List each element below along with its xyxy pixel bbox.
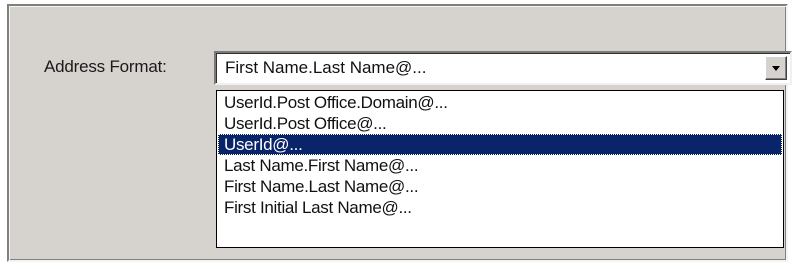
address-format-label: Address Format: [44, 57, 167, 76]
chevron-down-icon [772, 66, 780, 71]
option-firstinitial-lastname[interactable]: First Initial Last Name@... [218, 197, 782, 218]
option-userid-postoffice[interactable]: UserId.Post Office@... [218, 113, 782, 134]
address-format-dropdown-list: UserId.Post Office.Domain@... UserId.Pos… [216, 90, 784, 248]
address-format-selected-value: First Name.Last Name@... [225, 58, 427, 77]
address-format-panel: Address Format: First Name.Last Name@...… [7, 4, 792, 262]
option-userid[interactable]: UserId@... [218, 134, 782, 155]
dropdown-button[interactable] [765, 56, 787, 80]
option-firstname-lastname[interactable]: First Name.Last Name@... [218, 176, 782, 197]
option-lastname-firstname[interactable]: Last Name.First Name@... [218, 155, 782, 176]
address-format-select[interactable]: First Name.Last Name@... [214, 51, 792, 85]
option-userid-postoffice-domain[interactable]: UserId.Post Office.Domain@... [218, 92, 782, 113]
